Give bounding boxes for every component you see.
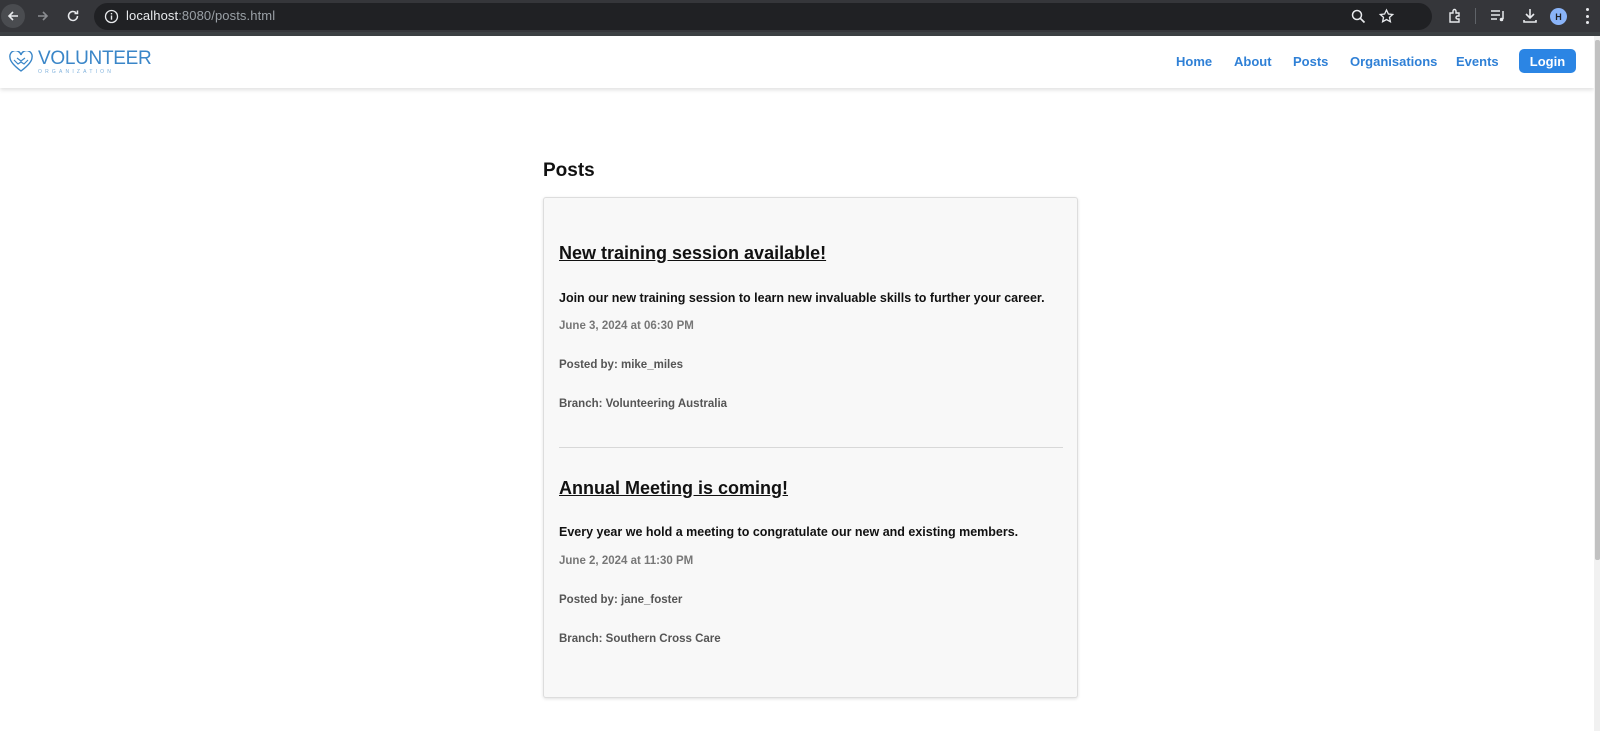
post-branch: Branch: Southern Cross Care: [559, 633, 721, 645]
reload-icon[interactable]: [61, 4, 85, 28]
post-branch: Branch: Volunteering Australia: [559, 398, 728, 410]
url-path: :8080/posts.html: [178, 8, 276, 23]
page-title: Posts: [543, 160, 595, 181]
nav-home[interactable]: Home: [1176, 54, 1212, 69]
post-date: June 2, 2024 at 11:30 PM: [559, 555, 694, 567]
back-arrow-icon[interactable]: [1, 4, 25, 28]
post-body: Every year we hold a meeting to congratu…: [559, 525, 1019, 539]
url-text: localhost:8080/posts.html: [126, 8, 275, 23]
site-header: VOLUNTEER ORGANIZATION Home About Posts …: [0, 36, 1594, 88]
nav-about[interactable]: About: [1234, 54, 1272, 69]
site-logo[interactable]: VOLUNTEER ORGANIZATION: [9, 48, 152, 76]
forward-arrow-icon[interactable]: [31, 4, 55, 28]
login-button[interactable]: Login: [1519, 49, 1576, 73]
media-queue-icon[interactable]: [1489, 7, 1507, 25]
extensions-icon[interactable]: [1447, 7, 1465, 25]
address-bar[interactable]: localhost:8080/posts.html: [94, 3, 1432, 30]
browser-toolbar: localhost:8080/posts.html H: [0, 0, 1600, 36]
post-title-link[interactable]: Annual Meeting is coming!: [559, 478, 788, 499]
logo-text: VOLUNTEER ORGANIZATION: [38, 48, 152, 75]
page-scrollbar-thumb[interactable]: [1595, 40, 1600, 560]
zoom-icon[interactable]: [1350, 8, 1367, 25]
nav-events[interactable]: Events: [1456, 54, 1499, 69]
post-author: Posted by: jane_foster: [559, 594, 683, 606]
post-author: Posted by: mike_miles: [559, 359, 683, 371]
nav-organisations[interactable]: Organisations: [1350, 54, 1437, 69]
post-divider: [559, 447, 1063, 448]
logo-name: VOLUNTEER: [38, 48, 152, 69]
download-icon[interactable]: [1521, 7, 1539, 25]
nav-posts[interactable]: Posts: [1293, 54, 1328, 69]
logo-subtitle: ORGANIZATION: [38, 69, 115, 75]
profile-avatar[interactable]: H: [1550, 8, 1567, 25]
heart-hands-logo-icon: [9, 51, 33, 72]
post-title-link[interactable]: New training session available!: [559, 243, 826, 264]
post-body: Join our new training session to learn n…: [559, 291, 1045, 305]
post-date: June 3, 2024 at 06:30 PM: [559, 320, 694, 332]
menu-kebab-icon[interactable]: [1585, 8, 1589, 24]
bookmark-star-icon[interactable]: [1378, 8, 1395, 25]
toolbar-divider: [1475, 8, 1476, 24]
site-info-icon[interactable]: [104, 9, 119, 24]
posts-card: New training session available! Join our…: [543, 197, 1078, 698]
url-host: localhost: [126, 8, 179, 23]
